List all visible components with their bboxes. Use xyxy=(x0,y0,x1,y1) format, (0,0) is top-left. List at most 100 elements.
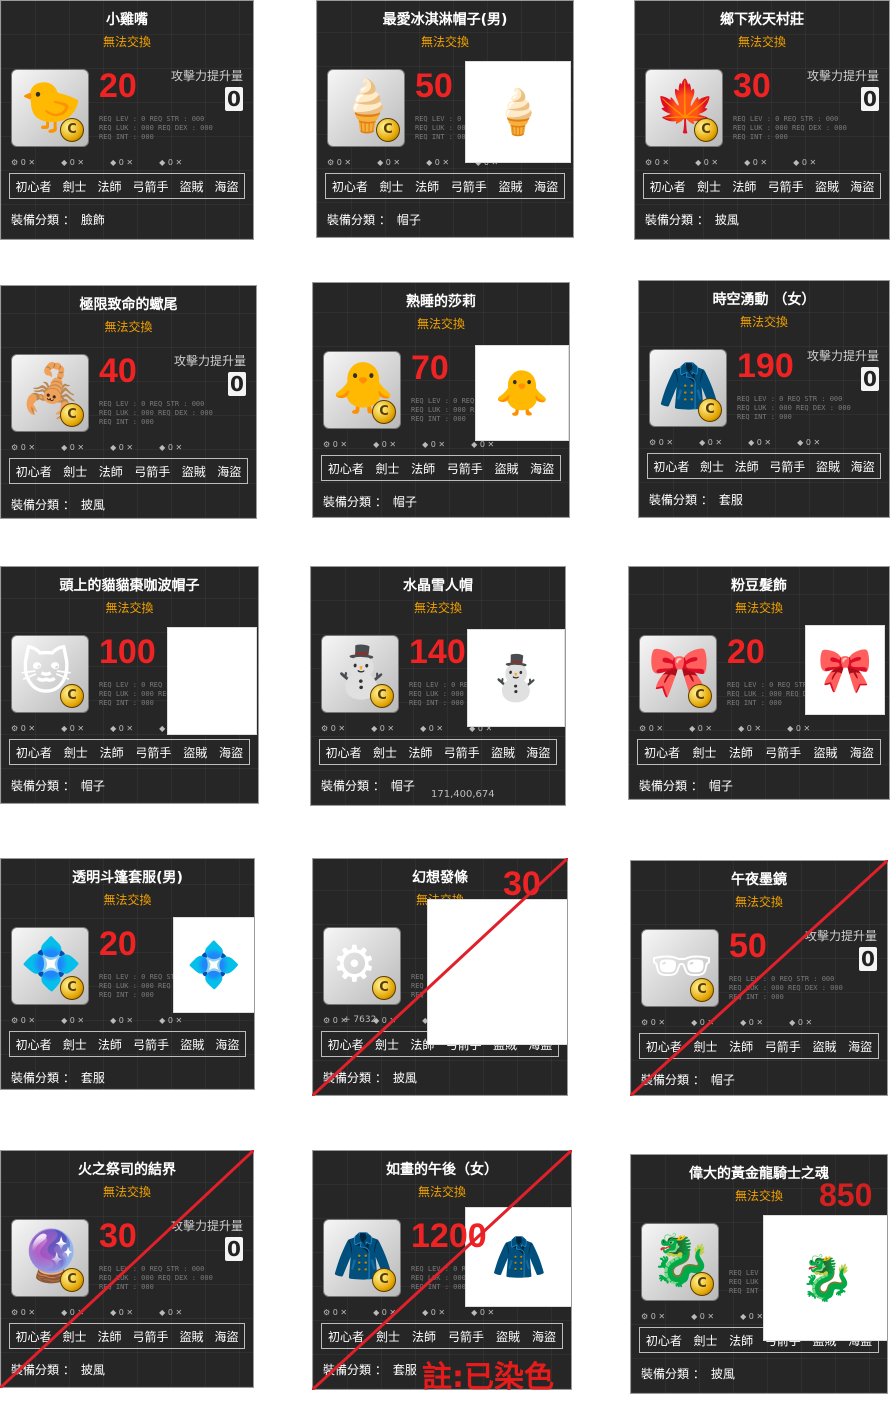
job-label: 法師 xyxy=(734,459,759,474)
coin-icon: C xyxy=(370,684,394,708)
shield-icon: ◆ 0 ✕ xyxy=(738,723,762,733)
job-label: 劍士 xyxy=(693,1333,718,1348)
stat-icons-row: ⚙ 0 ✕ ◆ 0 ✕ ◆ 0 ✕ ◆ 0 ✕ xyxy=(11,1013,244,1027)
job-label: 弓箭手 xyxy=(132,1329,169,1344)
item-card[interactable]: 小雞嘴 無法交換 🐤 C REQ LEV : 0 REQ STR : 000 REQ L… xyxy=(0,0,254,240)
job-label: 弓箭手 xyxy=(132,179,169,194)
helmet-icon: ◆ 0 ✕ xyxy=(691,1017,715,1027)
helmet-icon: ◆ 0 ✕ xyxy=(689,723,713,733)
job-requirements: 初心者劍士法師弓箭手盜賊海盜 xyxy=(9,458,248,484)
job-label: 初心者 xyxy=(325,745,362,760)
req-stats: REQ LEV : 0 REQ STR : 000 REQ LUK : 000 … xyxy=(99,115,213,141)
coin-icon: C xyxy=(698,398,722,422)
job-label: 法師 xyxy=(732,179,757,194)
item-name: 最愛冰淇淋帽子(男) xyxy=(382,12,508,28)
req-stats: REQ LEV : 0 REQ STR : 000 REQ LUK : 000 … xyxy=(733,115,847,141)
job-label: 法師 xyxy=(415,179,440,194)
item-icon-frame: ⛄ C xyxy=(321,635,399,713)
attack-increase-label: 攻擊力提升量 xyxy=(806,69,879,83)
item-card[interactable]: 火之祭司的結界 無法交換 🔮 C REQ LEV : 0 REQ STR : 000 R… xyxy=(0,1150,254,1388)
job-requirements: 初心者劍士法師弓箭手盜賊海盜 xyxy=(325,173,565,199)
item-card[interactable]: 透明斗篷套服(男) 無法交換 💠 C REQ LEV : 0 REQ STR : 000… xyxy=(0,858,255,1090)
job-label: 弓箭手 xyxy=(764,1039,801,1054)
attack-increase-value: 0 xyxy=(228,372,246,396)
job-label: 初心者 xyxy=(327,1037,364,1052)
job-label: 盜賊 xyxy=(812,1039,837,1054)
job-label: 盜賊 xyxy=(498,179,523,194)
category-value: 帽子 xyxy=(396,213,421,227)
gear-icon: ⚙ 0 ✕ xyxy=(323,439,348,449)
job-label: 盜賊 xyxy=(180,1037,205,1052)
attack-increase-label: 攻擊力提升量 xyxy=(804,929,877,943)
category-prefix: 裝備分類 ： xyxy=(323,495,387,509)
item-name: 透明斗篷套服(男) xyxy=(72,870,183,886)
item-card[interactable]: 鄉下秋天村莊 無法交換 🍁 C REQ LEV : 0 REQ STR : 000 RE… xyxy=(634,0,890,240)
item-price: 1200 xyxy=(411,1217,487,1255)
category-value: 披風 xyxy=(714,213,739,227)
item-card[interactable]: 熟睡的莎莉 無法交換 🐥 C REQ LEV : 0 REQ STR : 000 REQ… xyxy=(312,282,570,518)
job-label: 初心者 xyxy=(327,461,364,476)
item-card[interactable]: 最愛冰淇淋帽子(男)無法交換🍦CREQ LEV : 0 REQ STR : 00… xyxy=(316,0,574,238)
item-card[interactable]: 時空湧動 （女） 無法交換 🧥 C REQ LEV : 0 REQ STR : 000 … xyxy=(638,280,890,518)
category-prefix: 裝備分類 ： xyxy=(11,779,75,793)
snowman-hat-girl-avatar: ⛄ xyxy=(467,629,565,727)
duck-hat-girl-avatar: 🐥 xyxy=(475,345,569,441)
helmet-icon: ◆ 0 ✕ xyxy=(371,723,395,733)
job-requirements: 初心者劍士法師弓箭手盜賊海盜 xyxy=(637,739,881,765)
attack-increase-label: 攻擊力提升量 xyxy=(170,69,243,83)
item-icon-frame: 🍦 C xyxy=(327,69,405,147)
item-card[interactable]: 午夜墨鏡 無法交換 🕶 C REQ LEV : 0 REQ STR : 000 REQ … xyxy=(630,860,888,1096)
job-label: 弓箭手 xyxy=(447,1329,484,1344)
job-label: 法師 xyxy=(97,1037,122,1052)
item-name: 小雞嘴 xyxy=(106,12,148,28)
coin-icon: C xyxy=(60,403,84,427)
job-label: 盜賊 xyxy=(490,745,515,760)
item-card[interactable]: 水晶雪人帽 無法交換 ⛄ C REQ LEV : 0 REQ STR : 000 REQ… xyxy=(310,566,566,806)
job-label: 劍士 xyxy=(63,464,88,479)
category-prefix: 裝備分類 ： xyxy=(11,1071,75,1085)
job-requirements: 初心者劍士法師弓箭手盜賊海盜 xyxy=(9,1031,246,1057)
job-label: 劍士 xyxy=(379,179,404,194)
req-stats: REQ LEV : 0 REQ STR : 000 REQ LUK : 000 … xyxy=(737,395,851,421)
shield-icon: ◆ 0 ✕ xyxy=(793,157,817,167)
category-prefix: 裝備分類 ： xyxy=(11,498,75,512)
equip-category: 裝備分類 ： 套服 xyxy=(323,1361,417,1378)
category-value: 套服 xyxy=(718,493,743,507)
item-price: 20 xyxy=(99,67,137,105)
coin-icon: C xyxy=(688,684,712,708)
shield-icon: ◆ 0 ✕ xyxy=(110,157,134,167)
stat-icons-row: ⚙ 0 ✕ ◆ 0 ✕ ◆ 0 ✕ ◆ 0 ✕ xyxy=(323,1305,561,1319)
category-prefix: 裝備分類 ： xyxy=(323,1071,387,1085)
item-card[interactable]: 偉大的黃金龍騎士之魂無法交換🐉CREQ LEV : 0 REQ STR : 00… xyxy=(630,1154,888,1394)
stat-icons-row: ⚙ 0 ✕ ◆ 0 ✕ ◆ 0 ✕ ◆ 0 ✕ xyxy=(639,721,879,735)
coin-icon: C xyxy=(694,118,718,142)
category-value: 帽子 xyxy=(390,779,415,793)
job-label: 弓箭手 xyxy=(765,745,802,760)
gear-icon: ⚙ 0 ✕ xyxy=(11,442,36,452)
item-card[interactable]: 頭上的貓貓棗咖波帽子 無法交換 🐱 C REQ LEV : 0 REQ STR : 00… xyxy=(0,566,259,804)
helmet-icon: ◆ 0 ✕ xyxy=(373,1015,397,1025)
shield-icon: ◆ 0 ✕ xyxy=(110,442,134,452)
item-icon-frame: 💠 C xyxy=(11,927,89,1005)
equip-category: 裝備分類 ： 披風 xyxy=(323,1069,417,1086)
job-label: 法師 xyxy=(411,461,436,476)
item-name: 火之祭司的結界 xyxy=(78,1162,176,1178)
category-value: 帽子 xyxy=(708,779,733,793)
equip-category: 裝備分類 ： 帽子 xyxy=(11,777,105,794)
job-label: 弓箭手 xyxy=(769,459,806,474)
job-label: 弓箭手 xyxy=(134,464,171,479)
req-stats: REQ LEV : 0 REQ STR : 000 REQ LUK : 000 … xyxy=(729,975,843,1001)
gear-icon: ⚙ 0 ✕ xyxy=(11,1307,36,1317)
item-card[interactable]: 幻想發條無法交換⚙CREQ LEV : 0 REQ STR : 000 REQ … xyxy=(312,858,568,1096)
category-value: 披風 xyxy=(710,1367,735,1381)
job-label: 初心者 xyxy=(649,179,686,194)
item-icon-frame: 🎀 C xyxy=(639,635,717,713)
trade-status: 無法交換 xyxy=(416,317,465,331)
gear-icon: ⚙ 0 ✕ xyxy=(639,723,664,733)
job-label: 法師 xyxy=(411,1329,436,1344)
item-card[interactable]: 極限致命的蠍尾 無法交換 🦂 C REQ LEV : 0 REQ STR : 000 R… xyxy=(0,285,257,519)
gear-icon: ⚙ 0 ✕ xyxy=(641,1017,666,1027)
stat-icons-row: ⚙ 0 ✕ ◆ 0 ✕ ◆ 0 ✕ ◆ 0 ✕ xyxy=(11,440,246,454)
item-card[interactable]: 粉豆髮飾 無法交換 🎀 C REQ LEV : 0 REQ STR : 000 REQ … xyxy=(628,566,890,800)
job-label: 初心者 xyxy=(15,179,52,194)
